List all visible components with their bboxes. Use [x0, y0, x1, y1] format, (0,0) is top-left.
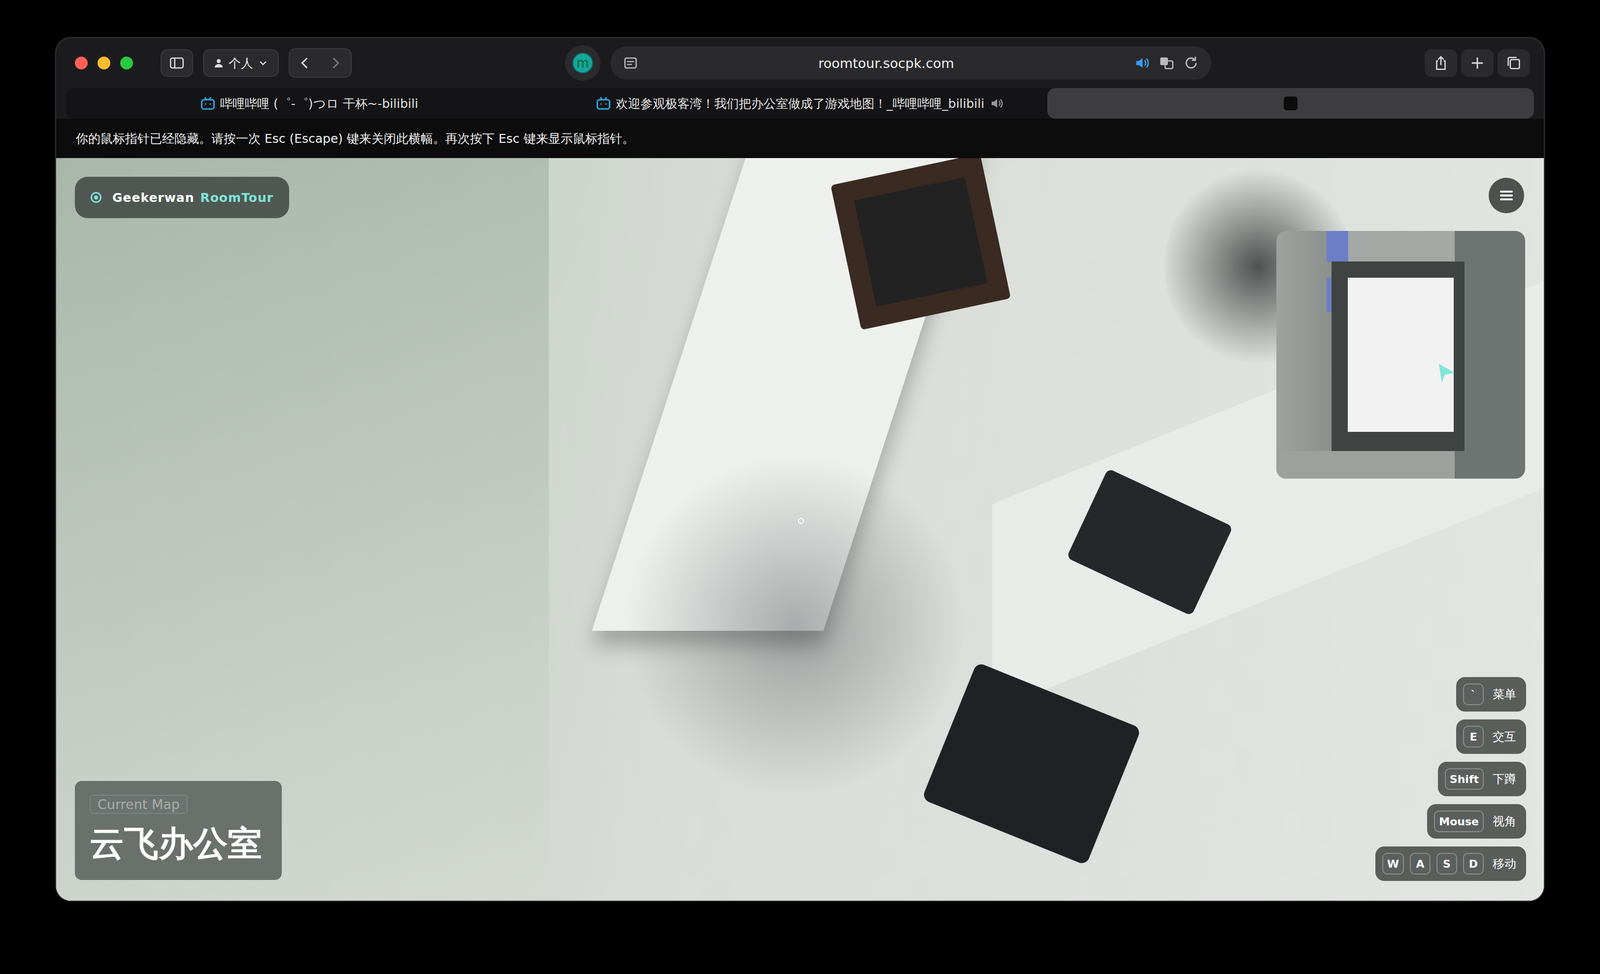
status-dot-icon — [90, 192, 102, 203]
keycap: Shift — [1444, 768, 1484, 791]
brand-badge: Geekerwan RoomTour — [74, 176, 290, 219]
tab-overview-button[interactable] — [1497, 49, 1531, 77]
control-hints: ` 菜单 E 交互 Shift 下蹲 Mouse 视角 WASD 移动 — [1375, 677, 1527, 882]
pointer-lock-banner: 你的鼠标指针已经隐藏。请按一次 Esc (Escape) 键来关闭此横幅。再次按… — [56, 118, 1544, 159]
tab-bar: 哔哩哔哩 (゜-゜)つロ 干杯~-bilibili 欢迎参观极客湾！我们把办公室… — [66, 88, 1534, 119]
map-area — [1326, 231, 1349, 262]
game-view[interactable]: Geekerwan RoomTour Current Map 云飞办公室 ` 菜… — [56, 158, 1544, 901]
traffic-lights — [74, 56, 134, 70]
sidebar-button[interactable] — [160, 49, 194, 77]
current-map-label: Current Map — [89, 795, 188, 815]
product-name: RoomTour — [200, 190, 274, 205]
cables — [622, 453, 968, 799]
new-tab-button[interactable] — [1461, 49, 1494, 77]
forward-button[interactable] — [320, 49, 351, 77]
profile-label: 个人 — [228, 55, 254, 72]
control-action: 视角 — [1492, 813, 1517, 830]
tab-label: 哔哩哔哩 (゜-゜)つロ 干杯~-bilibili — [220, 95, 419, 112]
translate-icon[interactable] — [1158, 54, 1175, 72]
keycap: S — [1436, 853, 1458, 875]
brand-name: Geekerwan — [112, 190, 195, 205]
current-map-card: Current Map 云飞办公室 — [74, 781, 282, 881]
toolbar-actions — [1424, 49, 1531, 77]
bilibili-icon — [596, 96, 611, 111]
back-icon — [296, 54, 314, 72]
minimize-button[interactable] — [97, 56, 111, 70]
map-area — [1276, 231, 1332, 479]
tab[interactable]: 哔哩哔哩 (゜-゜)つロ 干杯~-bilibili — [66, 88, 553, 119]
crosshair — [798, 518, 804, 525]
control-hint: E 交互 — [1456, 719, 1527, 755]
share-button[interactable] — [1424, 49, 1458, 77]
map-room — [1347, 277, 1454, 433]
minimap — [1276, 231, 1526, 479]
back-button[interactable] — [289, 49, 321, 77]
map-name: 云飞办公室 — [89, 821, 263, 868]
sidebar-icon — [168, 54, 186, 72]
keycap: ` — [1463, 683, 1484, 706]
browser-window: 个人 m roomtour.socpk.com 哔哩哔哩 (゜-゜)つロ 干杯~… — [56, 37, 1544, 901]
profile-button[interactable]: 个人 — [202, 49, 279, 77]
record-sleeve — [830, 158, 1011, 331]
reload-icon[interactable] — [1182, 54, 1200, 72]
share-icon — [1432, 54, 1450, 72]
navigation-buttons — [288, 48, 352, 78]
close-button[interactable] — [74, 56, 88, 70]
hamburger-icon — [1497, 186, 1516, 205]
tab-label: 欢迎参观极客湾！我们把办公室做成了游戏地图！_哔哩哔哩_bilibili — [615, 95, 985, 112]
zoom-button[interactable] — [120, 56, 134, 70]
control-hint: ` 菜单 — [1456, 677, 1527, 712]
map-area — [1331, 231, 1455, 262]
player-marker-icon — [1434, 358, 1459, 388]
control-hint: Shift 下蹲 — [1437, 762, 1527, 797]
chevron-down-icon — [257, 57, 269, 69]
person-icon — [212, 57, 225, 69]
extension-button[interactable]: m — [565, 45, 601, 81]
desktop: 个人 m roomtour.socpk.com 哔哩哔哩 (゜-゜)つロ 干杯~… — [0, 0, 1600, 974]
plus-icon — [1468, 54, 1486, 72]
forward-icon — [327, 54, 344, 72]
keycap: Mouse — [1433, 810, 1484, 833]
title-bar: 个人 m roomtour.socpk.com — [56, 37, 1544, 89]
control-action: 交互 — [1492, 729, 1517, 745]
control-hint: WASD 移动 — [1375, 846, 1527, 882]
control-hint: Mouse 视角 — [1427, 804, 1527, 839]
speaker-icon[interactable] — [1133, 54, 1151, 72]
control-action: 移动 — [1492, 856, 1517, 872]
keycap: E — [1463, 726, 1484, 748]
url-text: roomtour.socpk.com — [646, 55, 1126, 71]
tabs-icon — [1505, 54, 1523, 72]
extension-letter: m — [572, 52, 594, 74]
tab[interactable] — [1047, 88, 1534, 119]
tab[interactable]: 欢迎参观极客湾！我们把办公室做成了游戏地图！_哔哩哔哩_bilibili — [556, 88, 1044, 119]
control-action: 下蹲 — [1492, 771, 1517, 788]
banner-text: 你的鼠标指针已经隐藏。请按一次 Esc (Escape) 键来关闭此横幅。再次按… — [75, 130, 635, 147]
audio-playing-icon[interactable] — [989, 96, 1004, 111]
page-favicon-icon — [1283, 96, 1298, 111]
keycap: A — [1409, 853, 1431, 875]
menu-button[interactable] — [1488, 177, 1525, 214]
address-bar[interactable]: roomtour.socpk.com — [610, 46, 1212, 80]
page-icon — [622, 54, 639, 72]
map-area — [1276, 451, 1455, 479]
bilibili-icon — [200, 96, 216, 111]
control-action: 菜单 — [1492, 686, 1517, 703]
keycap: D — [1463, 853, 1484, 875]
keycap: W — [1382, 853, 1404, 875]
